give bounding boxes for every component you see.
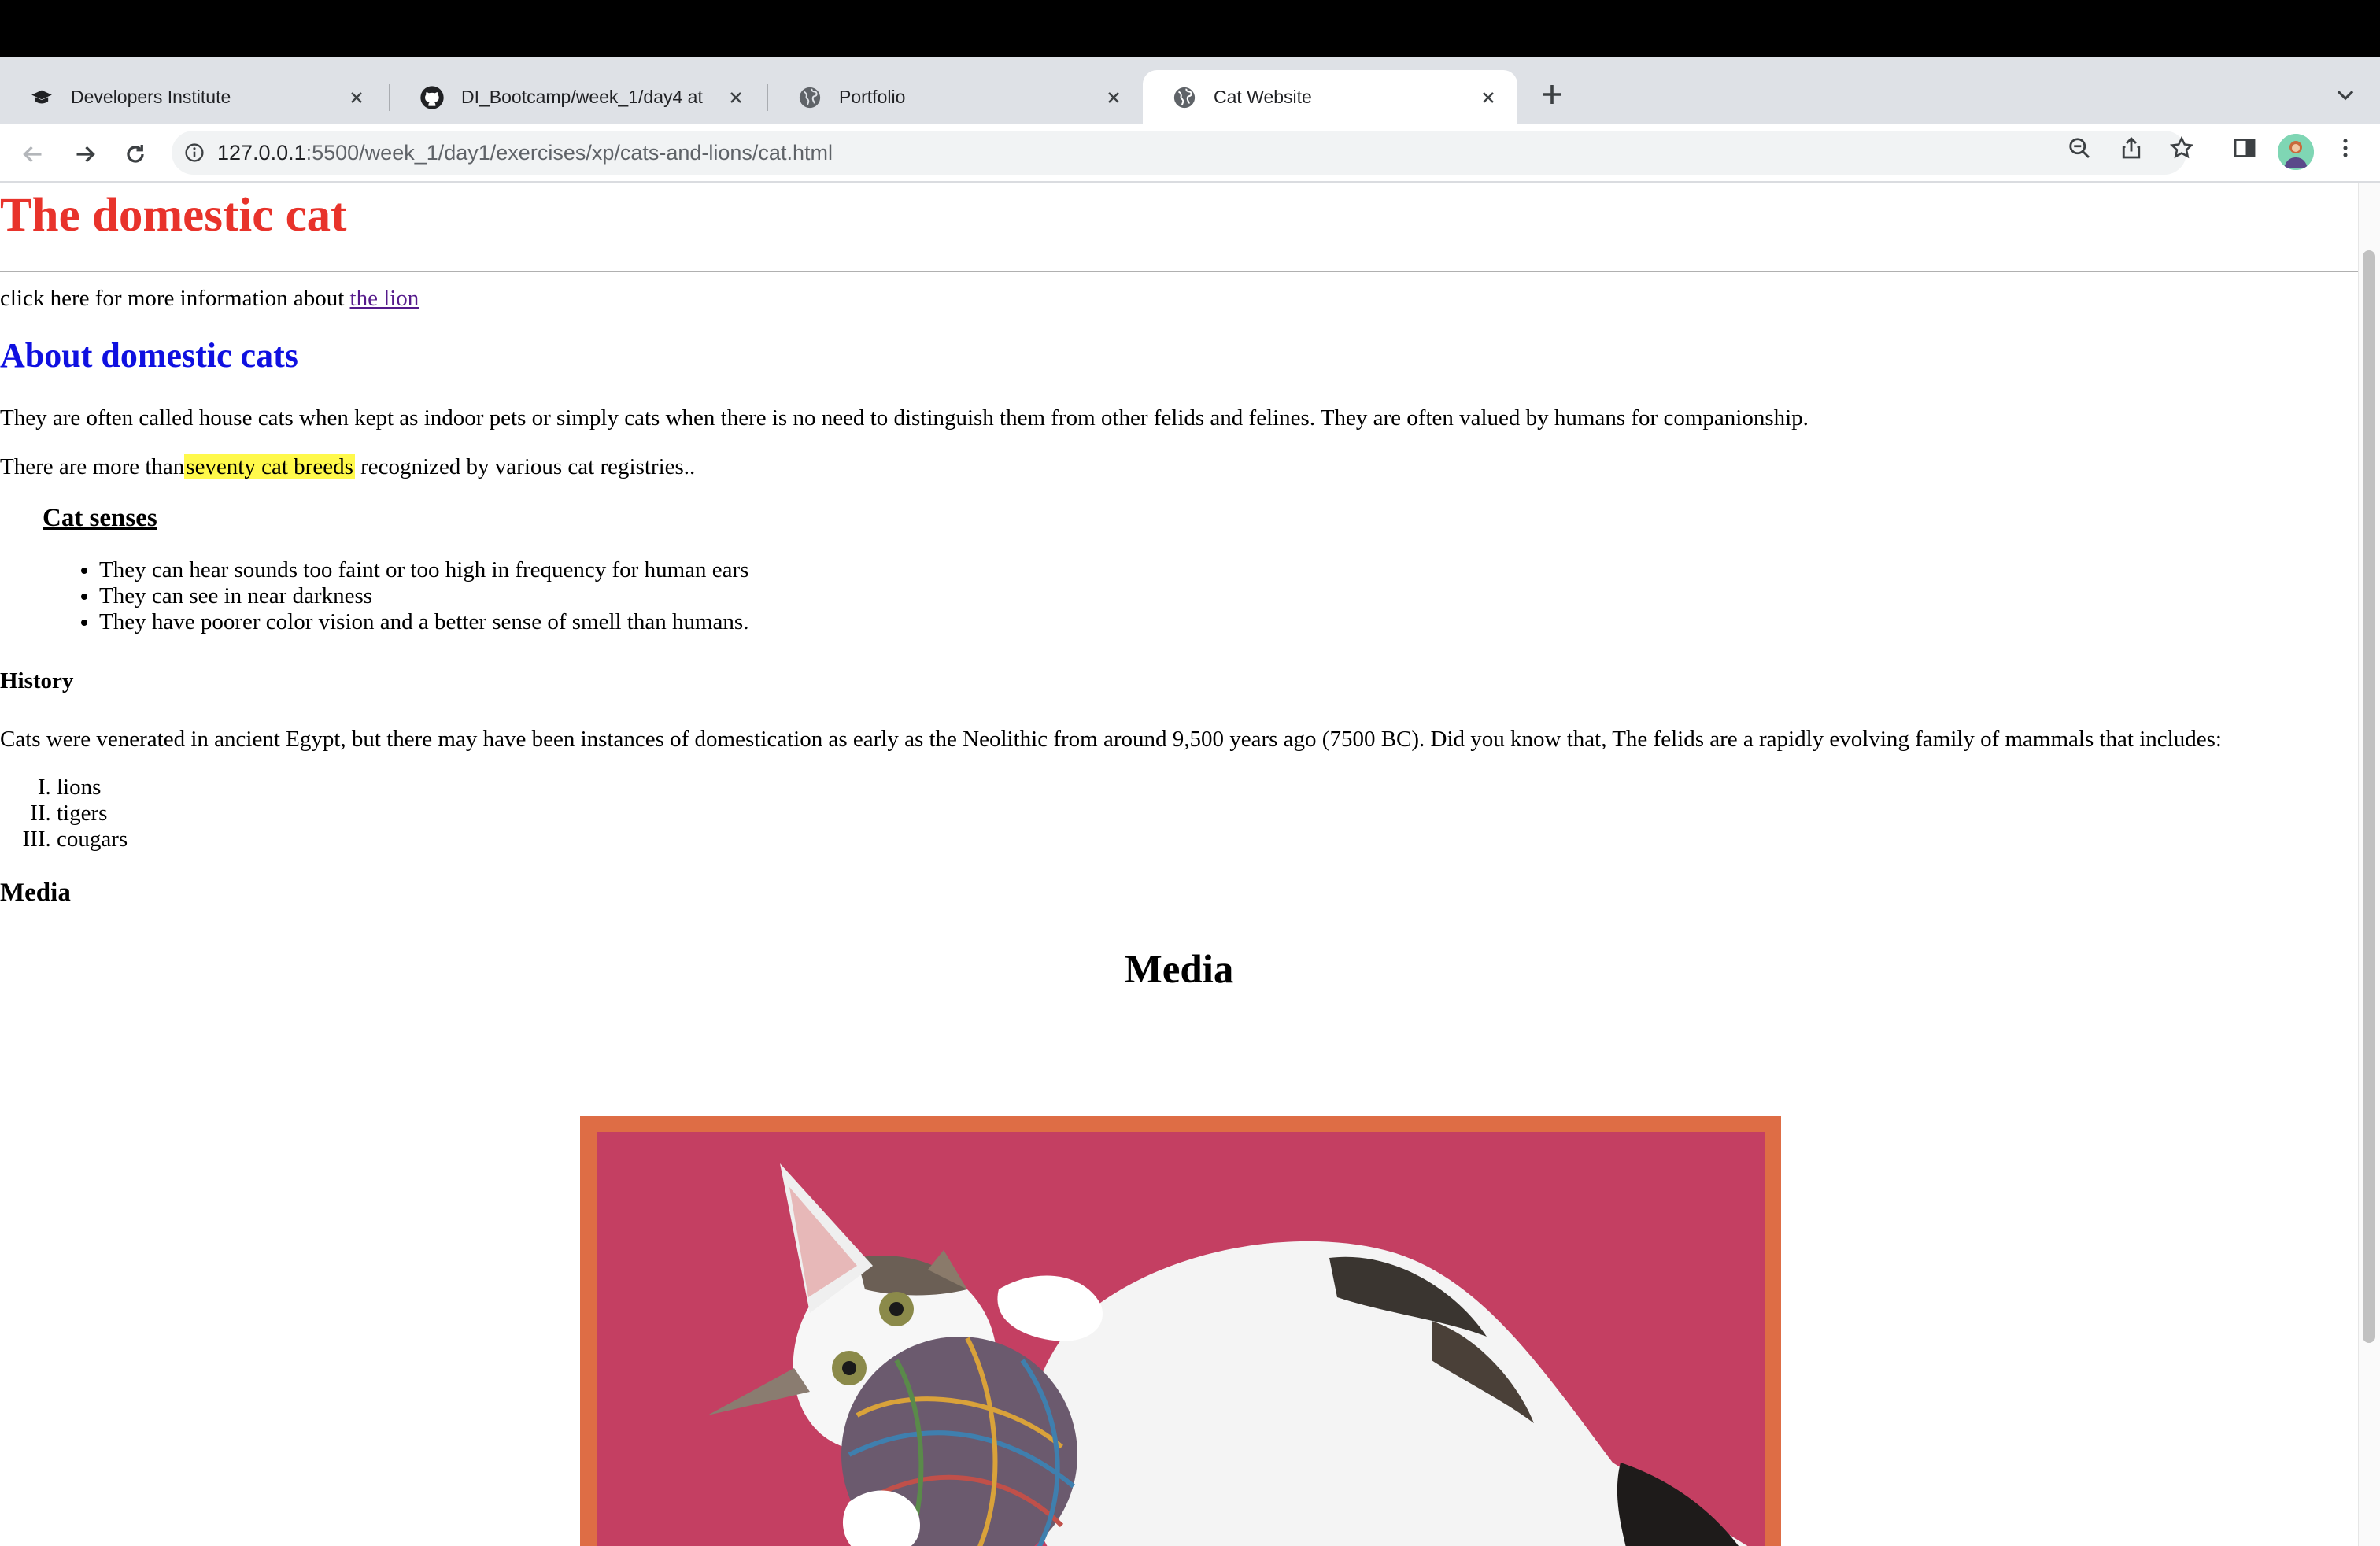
close-icon[interactable]: [1100, 84, 1127, 111]
tab-github[interactable]: DI_Bootcamp/week_1/day4 at: [390, 70, 765, 124]
about-heading: About domestic cats: [0, 336, 298, 375]
share-icon: [2122, 136, 2141, 159]
history-heading: History: [0, 668, 74, 693]
globe-icon: [1171, 84, 1198, 111]
globe-icon: [796, 84, 823, 111]
kitten-with-yarn-illustration: [597, 1132, 1765, 1546]
list-item: tigers: [57, 801, 128, 827]
tab-label: Cat Website: [1214, 87, 1312, 107]
tab-developers-institute[interactable]: Developers Institute: [0, 70, 386, 124]
tab-portfolio[interactable]: Portfolio: [768, 70, 1143, 124]
side-panel-button[interactable]: [2229, 132, 2260, 164]
senses-list: They can hear sounds too faint or too hi…: [42, 557, 748, 635]
browser-toolbar: 127.0.0.1:5500/week_1/day1/exercises/xp/…: [0, 124, 2380, 183]
zoom-button[interactable]: [2064, 132, 2095, 164]
about-paragraph: They are often called house cats when ke…: [0, 405, 1809, 431]
url-host: 127.0.0.1: [217, 140, 306, 165]
page-title: The domestic cat: [0, 189, 347, 242]
zoom-out-icon: [2069, 138, 2090, 159]
info-icon[interactable]: [181, 139, 208, 166]
breeds-paragraph: There are more thanseventy cat breeds re…: [0, 453, 695, 481]
tab-strip: Developers Institute DI_Bootcamp/week_1/…: [0, 57, 2380, 124]
share-button[interactable]: [2116, 132, 2147, 164]
cat-image: [597, 1132, 1765, 1546]
avatar[interactable]: [2278, 134, 2314, 170]
graduation-cap-icon: [28, 84, 55, 111]
tab-label: Developers Institute: [71, 87, 231, 107]
url-path: :5500/week_1/day1/exercises/xp/cats-and-…: [305, 140, 833, 165]
close-icon[interactable]: [722, 84, 749, 111]
forward-button[interactable]: [69, 139, 101, 170]
star-icon: [2170, 136, 2193, 159]
tab-label: DI_Bootcamp/week_1/day4 at: [461, 87, 703, 107]
address-bar[interactable]: 127.0.0.1:5500/week_1/day1/exercises/xp/…: [172, 131, 2186, 175]
media-heading: Media: [0, 878, 71, 907]
chevron-down-icon: [2337, 90, 2354, 101]
more-vert-icon: [2343, 139, 2348, 157]
tab-cat-website[interactable]: Cat Website: [1143, 70, 1517, 124]
list-item: They have poorer color vision and a bett…: [99, 609, 748, 635]
close-icon[interactable]: [1475, 84, 1502, 111]
list-item: lions: [57, 775, 128, 801]
side-panel-icon: [2234, 139, 2256, 157]
breeds-highlight: seventy cat breeds: [184, 454, 355, 479]
url-text[interactable]: 127.0.0.1:5500/week_1/day1/exercises/xp/…: [217, 141, 833, 165]
back-button[interactable]: [17, 139, 49, 170]
list-item: cougars: [57, 827, 128, 853]
page-content: The domestic cat click here for more inf…: [0, 183, 2358, 1546]
history-paragraph: Cats were venerated in ancient Egypt, bu…: [0, 727, 2222, 752]
github-icon: [419, 84, 445, 111]
scrollbar-thumb[interactable]: [2363, 250, 2375, 1343]
felids-list: lions tigers cougars: [0, 775, 128, 853]
reload-icon: [127, 145, 144, 163]
arrow-right-icon: [76, 146, 95, 163]
arrow-left-icon: [23, 146, 42, 163]
senses-heading: Cat senses: [42, 504, 157, 532]
top-black-bar: [0, 0, 2380, 57]
tab-label: Portfolio: [839, 87, 906, 107]
intro-text: click here for more information about: [0, 286, 350, 311]
intro-paragraph: click here for more information about th…: [0, 285, 419, 313]
lion-link[interactable]: the lion: [350, 286, 419, 311]
reload-button[interactable]: [120, 139, 151, 170]
breeds-text-after: recognized by various cat registries..: [354, 454, 696, 479]
media-title: Media: [1124, 948, 1234, 992]
close-icon[interactable]: [343, 84, 370, 111]
list-item: They can see in near darkness: [99, 583, 748, 609]
list-item: They can hear sounds too faint or too hi…: [99, 557, 748, 583]
divider: [0, 271, 2358, 272]
tab-search-button[interactable]: [2330, 79, 2361, 110]
plus-icon: [1543, 85, 1561, 104]
breeds-text-before: There are more than: [0, 454, 185, 479]
bookmark-button[interactable]: [2166, 132, 2197, 164]
new-tab-button[interactable]: [1536, 79, 1568, 110]
cat-image-frame: [580, 1116, 1781, 1546]
menu-button[interactable]: [2330, 132, 2361, 164]
